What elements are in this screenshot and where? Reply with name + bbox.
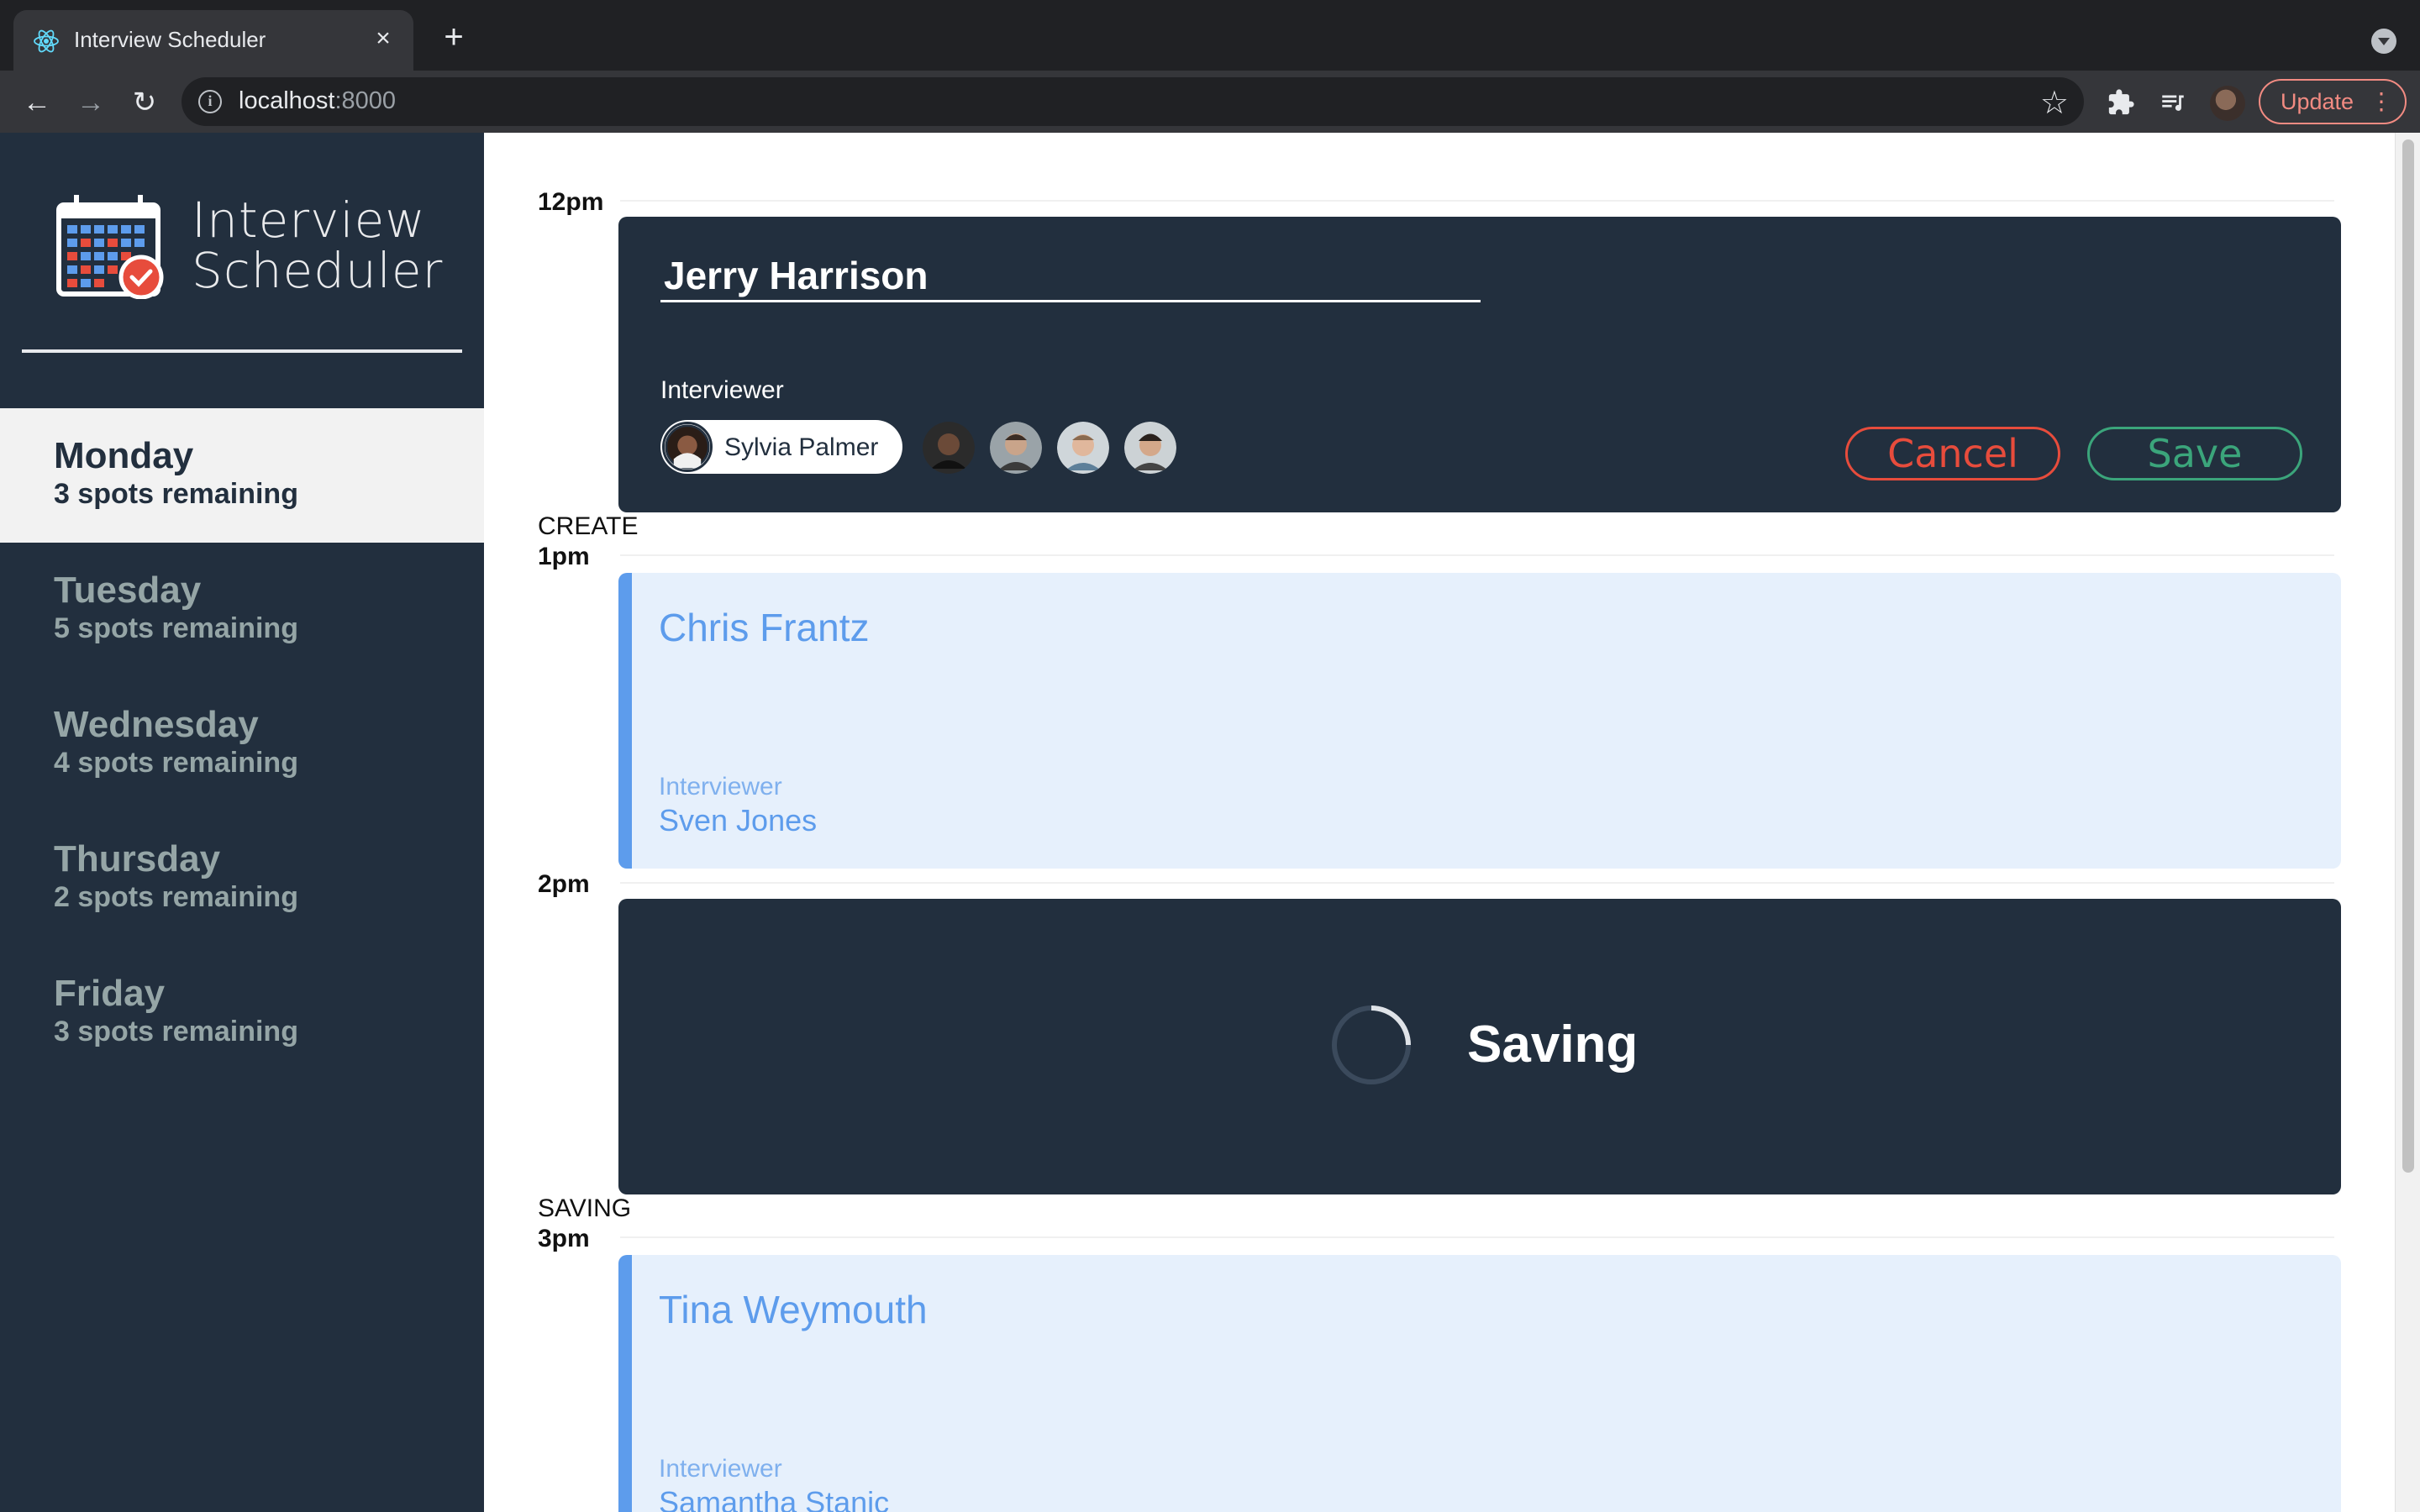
day-name: Thursday: [54, 838, 221, 879]
sidebar-divider: [22, 349, 462, 353]
tab-title: Interview Scheduler: [74, 27, 266, 52]
url-text[interactable]: localhost:8000: [239, 87, 396, 115]
day-item-friday[interactable]: Friday 3 spots remaining: [0, 946, 484, 1080]
browser-tab[interactable]: Interview Scheduler ×: [13, 10, 413, 71]
sidebar: Interview Scheduler Monday 3 spots remai…: [0, 133, 484, 1512]
student-name-input[interactable]: [660, 250, 1481, 302]
tab-search-button[interactable]: [2371, 29, 2396, 54]
interviewer-avatar[interactable]: [1057, 422, 1109, 474]
day-item-thursday[interactable]: Thursday 2 spots remaining: [0, 811, 484, 946]
student-name: Tina Weymouth: [659, 1288, 928, 1331]
interviewer-avatar[interactable]: [990, 422, 1042, 474]
hour-divider: [620, 882, 2334, 884]
interviewer-name: Samantha Stanic: [659, 1485, 890, 1512]
interviewer-avatar[interactable]: [923, 422, 975, 474]
mode-label: SAVING: [538, 1194, 632, 1222]
interviewer-title: Interviewer: [660, 376, 784, 404]
url-port: :8000: [334, 87, 397, 114]
update-label: Update: [2281, 89, 2354, 114]
time-label: 1pm: [538, 543, 590, 570]
scroll-thumb[interactable]: [2402, 139, 2414, 1173]
spinner-icon: [1332, 1005, 1411, 1084]
interviewer-name: Sven Jones: [659, 803, 818, 837]
appointment-card[interactable]: Chris Frantz Interviewer Sven Jones: [618, 573, 2341, 869]
address-bar[interactable]: i localhost:8000 ☆: [182, 77, 2084, 126]
day-spots: 3 spots remaining: [54, 1016, 298, 1047]
profile-avatar[interactable]: [2210, 86, 2245, 121]
mode-label: CREATE: [538, 512, 639, 540]
interviewer-avatar[interactable]: [1124, 422, 1176, 474]
scrollbar[interactable]: [2395, 133, 2420, 1512]
hour-divider: [620, 200, 2334, 202]
info-icon[interactable]: i: [198, 90, 222, 113]
close-icon[interactable]: ×: [368, 24, 398, 54]
back-icon[interactable]: ←: [18, 84, 55, 121]
logo-line-1: Interview: [192, 192, 426, 249]
day-item-tuesday[interactable]: Tuesday 5 spots remaining: [0, 543, 484, 677]
day-spots: 5 spots remaining: [54, 612, 298, 644]
hour-divider: [620, 1236, 2334, 1238]
time-label: 12pm: [538, 188, 604, 216]
time-label: 2pm: [538, 870, 590, 898]
student-name: Chris Frantz: [659, 606, 870, 649]
day-name: Wednesday: [54, 704, 259, 745]
interviewer-title: Interviewer: [659, 1455, 782, 1483]
appointment-card[interactable]: Tina Weymouth Interviewer Samantha Stani…: [618, 1255, 2341, 1512]
plus-icon[interactable]: +: [435, 20, 472, 57]
interviewer-avatar: [662, 422, 713, 472]
media-icon[interactable]: [2154, 84, 2191, 121]
interviewer-item-selected[interactable]: Sylvia Palmer: [660, 420, 902, 474]
day-name: Friday: [54, 973, 166, 1014]
hour-divider: [620, 554, 2334, 556]
appointment-form: Interviewer Sylvia Palmer Cancel Save: [618, 217, 2341, 512]
time-label: 3pm: [538, 1225, 590, 1252]
status-message: Saving: [1467, 1016, 1639, 1074]
url-host: localhost: [239, 87, 335, 114]
status-card: Saving: [618, 899, 2341, 1194]
interviewer-title: Interviewer: [659, 773, 782, 801]
more-menu-icon[interactable]: ⋮: [2370, 81, 2393, 123]
day-spots: 2 spots remaining: [54, 881, 298, 913]
day-name: Tuesday: [54, 570, 202, 611]
day-name: Monday: [54, 435, 194, 476]
browser-toolbar: ← → ↻ i localhost:8000 ☆ Update ⋮: [0, 71, 2420, 133]
schedule: 12pm Interviewer Sylvia Palmer Cancel Sa…: [484, 133, 2420, 1512]
interviewer-name: Sylvia Palmer: [724, 433, 879, 461]
update-button[interactable]: Update ⋮: [2259, 79, 2407, 124]
reload-icon[interactable]: ↻: [126, 84, 163, 121]
day-spots: 3 spots remaining: [54, 478, 298, 510]
day-item-monday[interactable]: Monday 3 spots remaining: [0, 408, 484, 543]
logo-text: Interview Scheduler: [192, 195, 443, 296]
extensions-icon[interactable]: [2102, 84, 2139, 121]
save-button[interactable]: Save: [2087, 427, 2302, 480]
calendar-icon: [56, 195, 164, 299]
star-icon[interactable]: ☆: [2040, 84, 2069, 122]
browser-tab-strip: Interview Scheduler × +: [0, 0, 2420, 71]
logo-line-2: Scheduler: [192, 242, 444, 299]
cancel-button[interactable]: Cancel: [1845, 427, 2060, 480]
react-icon: [34, 29, 59, 53]
forward-icon[interactable]: →: [72, 84, 109, 121]
day-spots: 4 spots remaining: [54, 747, 298, 779]
day-item-wednesday[interactable]: Wednesday 4 spots remaining: [0, 677, 484, 811]
